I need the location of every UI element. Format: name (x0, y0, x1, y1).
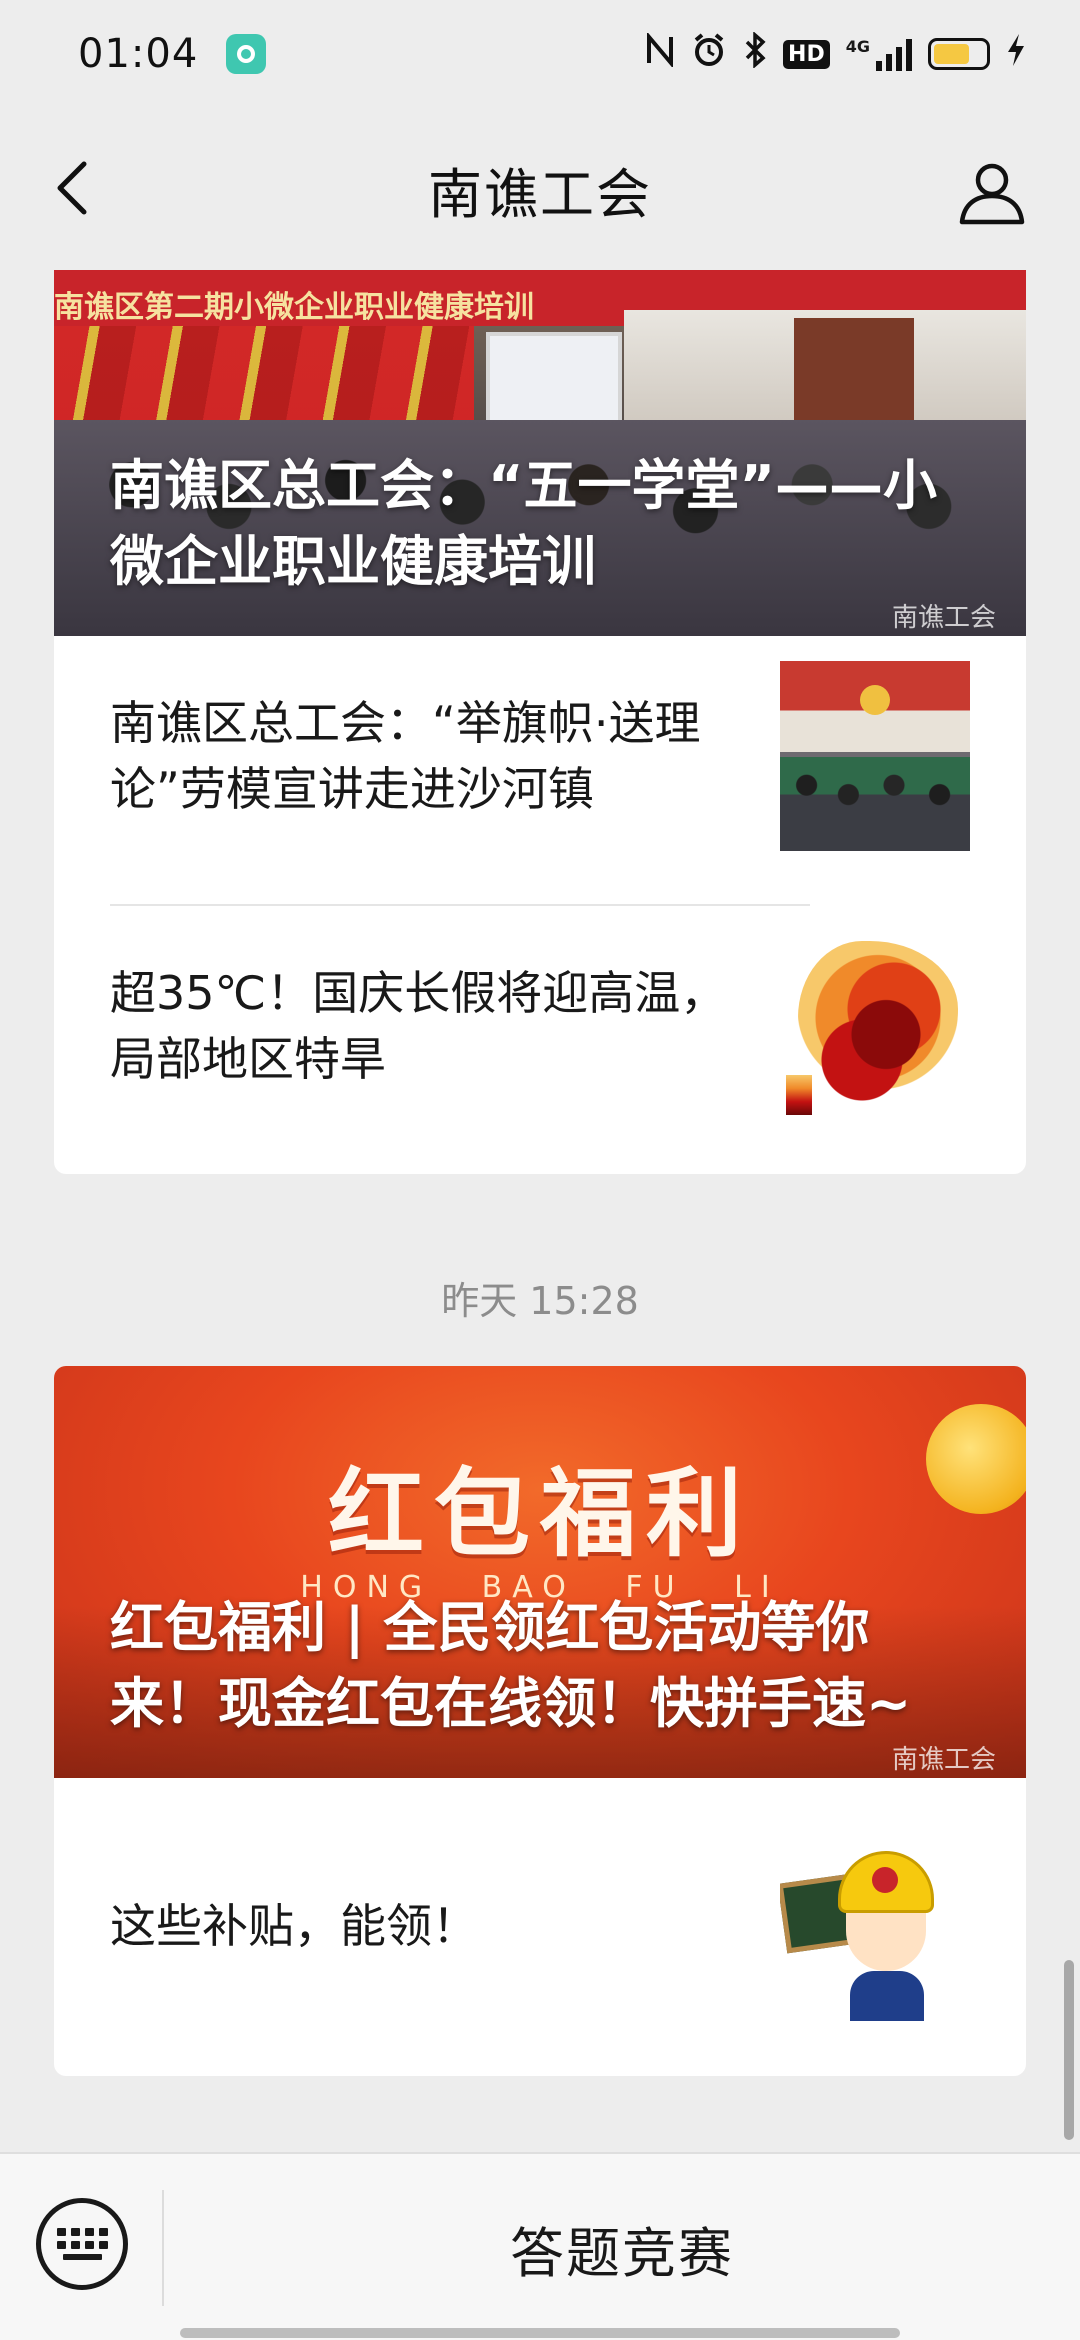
back-arrow-icon[interactable] (46, 158, 106, 218)
hero-article[interactable]: 南谯区第二期小微企业职业健康培训 南谯区总工会：“五一学堂”——小微企业职业健康… (54, 270, 1026, 636)
status-time: 01:04 (78, 31, 199, 77)
article-title: 超35℃！国庆长假将迎高温，局部地区特旱 (110, 966, 727, 1086)
article-title: 南谯区总工会：“举旗帜·送理论”劳模宣讲走进沙河镇 (110, 696, 701, 816)
hero-banner-text: 红包福利 (328, 1458, 752, 1570)
nfc-icon (645, 31, 675, 76)
scrollbar[interactable] (1064, 1960, 1074, 2140)
keyboard-icon[interactable] (36, 2198, 128, 2290)
profile-icon[interactable] (958, 158, 1026, 226)
status-icons: HD 4G (645, 30, 1026, 77)
menu-item-quiz[interactable]: 答题竞赛 (164, 2154, 1080, 2340)
charging-icon (1006, 33, 1026, 76)
bottom-menu-bar: 答题竞赛 (0, 2152, 1080, 2340)
hero-article-title: 红包福利 | 全民领红包活动等你来！现金红包在线领！快拼手速~ (110, 1596, 912, 1735)
article-title: 这些补贴，能领！ (110, 1899, 478, 1953)
article-thumbnail (780, 661, 970, 851)
app-notification-icon (226, 34, 267, 74)
article-list-item[interactable]: 这些补贴，能领！ (110, 1806, 970, 2046)
bluetooth-icon (743, 30, 767, 77)
status-bar: 01:04 HD 4G (0, 0, 1080, 108)
article-list-item[interactable]: 超35℃！国庆长假将迎高温，局部地区特旱 (110, 906, 970, 1146)
hero-article-title: 南谯区总工会：“五一学堂”——小微企业职业健康培训 (110, 454, 937, 593)
nav-bar: 南谯工会 (0, 108, 1080, 270)
projector-screen (486, 332, 622, 424)
battery-icon (928, 38, 990, 70)
page-title: 南谯工会 (428, 162, 652, 226)
watermark: 南谯工会 (891, 1745, 996, 1775)
hero-article[interactable]: 红包福利 HONG BAO FU LI 红包福利 | 全民领红包活动等你来！现金… (54, 1366, 1026, 1778)
article-list-item[interactable]: 南谯区总工会：“举旗帜·送理论”劳模宣讲走进沙河镇 (110, 636, 970, 876)
hd-icon: HD (783, 39, 830, 69)
article-thumbnail (780, 931, 970, 1121)
signal-4g-icon: 4G (846, 37, 912, 71)
article-group-card: 红包福利 HONG BAO FU LI 红包福利 | 全民领红包活动等你来！现金… (54, 1366, 1026, 2076)
article-group-card: 南谯区第二期小微企业职业健康培训 南谯区总工会：“五一学堂”——小微企业职业健康… (54, 270, 1026, 1174)
message-timestamp: 昨天 15:28 (441, 1279, 639, 1323)
gesture-bar[interactable] (180, 2328, 900, 2338)
watermark: 南谯工会 (891, 603, 996, 633)
alarm-icon (691, 32, 727, 77)
article-thumbnail (780, 1831, 970, 2021)
